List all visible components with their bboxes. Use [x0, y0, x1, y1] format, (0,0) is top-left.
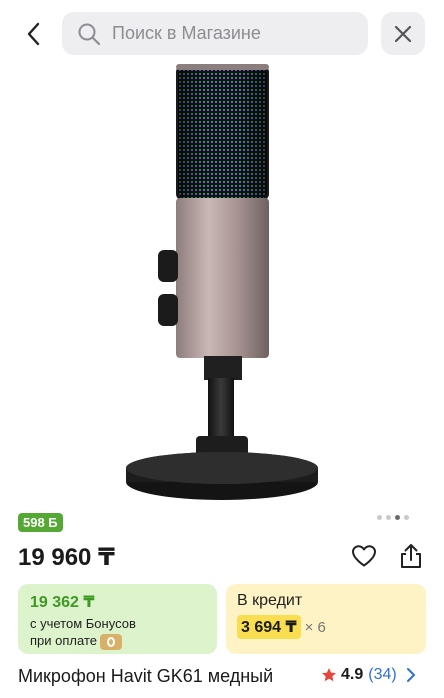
search-input[interactable]	[112, 23, 352, 44]
bonus-text-line2: при оплате	[30, 633, 97, 648]
credit-amount: 3 694 ₸	[237, 615, 301, 639]
credit-card[interactable]: В кредит 3 694 ₸ × 6	[226, 584, 426, 654]
top-bar	[0, 0, 444, 64]
search-bar[interactable]	[62, 12, 368, 55]
microphone-image	[126, 64, 318, 500]
rating-link[interactable]: 4.9 (34)	[321, 666, 417, 684]
star-icon	[322, 668, 336, 682]
close-button[interactable]	[381, 12, 425, 55]
back-arrow-icon	[27, 22, 40, 46]
reviews-count[interactable]: (34)	[368, 666, 396, 684]
bonus-text-line1: с учетом Бонусов	[30, 616, 136, 631]
back-button[interactable]	[14, 14, 54, 54]
share-button[interactable]	[396, 541, 426, 571]
close-icon	[394, 25, 412, 42]
chevron-right-icon	[406, 668, 415, 682]
credit-row: 3 694 ₸ × 6	[237, 615, 415, 639]
heart-icon	[352, 545, 376, 567]
pager-dot[interactable]	[377, 515, 382, 520]
bonus-price: 19 362 ₸	[30, 594, 95, 611]
product-image[interactable]	[110, 60, 334, 506]
share-icon	[401, 544, 421, 568]
pager-dot-active[interactable]	[395, 515, 400, 520]
product-price: 19 960 ₸	[18, 544, 115, 571]
bonus-text-line2-row: при оплате	[30, 632, 205, 650]
bonus-price-card[interactable]: 19 362 ₸ с учетом Бонусов при оплате	[18, 584, 217, 654]
product-title: Микрофон Havit GK61 медный	[18, 666, 274, 686]
pager-dot[interactable]	[386, 515, 391, 520]
image-pager	[377, 515, 409, 520]
rating-value: 4.9	[341, 666, 364, 683]
credit-title: В кредит	[237, 592, 303, 609]
bonus-text: с учетом Бонусов при оплате	[30, 615, 205, 650]
search-icon	[76, 21, 102, 47]
bonus-coin-icon	[99, 633, 122, 650]
credit-multiplier: × 6	[304, 618, 326, 636]
bonus-badge: 598 Б	[18, 513, 63, 532]
pager-dot[interactable]	[404, 515, 409, 520]
favorite-button[interactable]	[349, 541, 379, 571]
